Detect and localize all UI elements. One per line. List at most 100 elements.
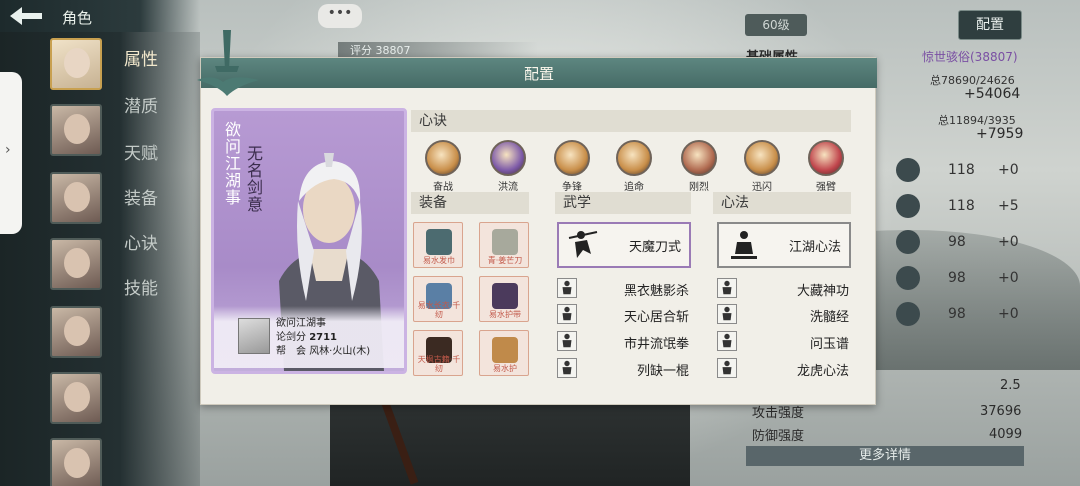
tab-skills[interactable]: 技能: [124, 274, 158, 299]
equipment-name: 易水护带: [489, 310, 521, 319]
skill-orb-icon: [616, 140, 652, 176]
config-modal: 配置 欲问江湖事 无名剑意 欲问江湖事 论剑分 2711 帮 会 风林·火山(木…: [197, 30, 877, 405]
skill-label: 迅闪: [752, 182, 772, 193]
defense-value: 4099: [989, 427, 1023, 442]
drawer-toggle[interactable]: ›: [0, 72, 22, 234]
skill-label: 刚烈: [689, 182, 709, 193]
equipment-item-icon: [492, 229, 518, 255]
stat-icon: [896, 230, 920, 254]
character-subtitle-vertical: 无名剑意: [244, 145, 263, 213]
equipment-slot[interactable]: 天枫古籍·千纫: [413, 330, 463, 376]
heart-main-skill[interactable]: 江湖心法: [717, 222, 851, 268]
martial-figure-icon: [557, 304, 577, 324]
tab-attributes[interactable]: 属性: [124, 45, 158, 70]
tab-equipment[interactable]: 装备: [124, 184, 158, 209]
config-button[interactable]: 配置: [958, 10, 1022, 40]
character-avatar[interactable]: [50, 238, 102, 290]
page-title: 角色: [62, 9, 93, 27]
equipment-name: 易水长衣·千纫: [417, 301, 461, 319]
skill-orb-icon: [681, 140, 717, 176]
stat-bonus: +0: [998, 162, 1019, 178]
heart-sub-skill[interactable]: 龙虎心法: [717, 358, 849, 379]
character-avatar[interactable]: [50, 306, 102, 358]
equipment-slot[interactable]: 易水护: [479, 330, 529, 376]
rate-value: 2.5: [1000, 378, 1021, 393]
guild-label: 帮 会: [276, 346, 306, 357]
martial-main-skill[interactable]: 天魔刀式: [557, 222, 691, 268]
modal-title: 配置: [523, 65, 554, 83]
character-avatar[interactable]: [50, 438, 102, 486]
xinjue-skill[interactable]: 追命: [614, 140, 654, 193]
more-details-button[interactable]: 更多详情: [746, 446, 1024, 466]
equipment-slot[interactable]: 易水长衣·千纫: [413, 276, 463, 322]
character-avatar[interactable]: [50, 38, 102, 90]
xinjue-skill[interactable]: 强臂: [806, 140, 846, 193]
equipment-slot[interactable]: 易水发巾: [413, 222, 463, 268]
character-info: 欲问江湖事 论剑分 2711 帮 会 风林·火山(木): [214, 306, 404, 368]
equipment-name: 易水护: [493, 364, 517, 373]
tab-xinjue[interactable]: 心诀: [124, 229, 158, 254]
martial-main-name: 天魔刀式: [628, 240, 681, 255]
attack-value: 37696: [980, 404, 1022, 419]
sword-ornament-icon: [197, 30, 259, 96]
stat-bonus: +0: [998, 270, 1019, 286]
equipment-slot[interactable]: 青·姜芒刀: [479, 222, 529, 268]
xinjue-skill[interactable]: 争锋: [552, 140, 592, 193]
chevron-right-icon: ›: [5, 142, 11, 158]
level-badge: 60级: [745, 14, 807, 36]
top-bar: 角色: [0, 0, 200, 32]
stat-value: 98: [948, 234, 966, 250]
stat-bonus: +0: [998, 234, 1019, 250]
arrow-left-icon: [10, 7, 42, 25]
character-name: 欲问江湖事: [276, 318, 326, 329]
tab-talent[interactable]: 天赋: [124, 139, 158, 164]
xinjue-skill[interactable]: 奋战: [423, 140, 463, 193]
guild-value: 风林·火山(木): [309, 346, 371, 357]
character-avatar[interactable]: [50, 104, 102, 156]
chat-button[interactable]: •••: [318, 4, 362, 28]
martial-sub-skill[interactable]: 黑衣魅影杀: [557, 278, 689, 299]
stat-icon: [896, 266, 920, 290]
heart-sub-name: 大藏神功: [796, 284, 849, 299]
equipment-header: 装备: [411, 192, 529, 214]
heart-sub-skill[interactable]: 问玉谱: [717, 331, 849, 352]
mini-avatar: [238, 318, 270, 354]
martial-sub-skill[interactable]: 天心居合斩: [557, 304, 689, 325]
character-avatar[interactable]: [50, 172, 102, 224]
heart-figure-icon: [717, 331, 737, 351]
skill-orb-icon: [554, 140, 590, 176]
title-name: 惊世骇俗(38807): [922, 50, 1018, 64]
guild-row: 帮 会 风林·火山(木): [276, 342, 370, 357]
equipment-name: 青·姜芒刀: [487, 256, 523, 265]
score-row: 论剑分 2711: [276, 328, 337, 343]
character-avatar[interactable]: [50, 372, 102, 424]
equipment-name: 天枫古籍·千纫: [417, 355, 461, 373]
stat-value: 118: [948, 162, 975, 178]
stat-value: 118: [948, 198, 975, 214]
equipment-item-icon: [492, 337, 518, 363]
heart-sub-skill[interactable]: 大藏神功: [717, 278, 849, 299]
stat-icon: [896, 158, 920, 182]
tab-potential[interactable]: 潜质: [124, 92, 158, 117]
xinjue-skill[interactable]: 刚烈: [679, 140, 719, 193]
equipment-item-icon: [426, 229, 452, 255]
heart-figure-icon: [717, 304, 737, 324]
stat-value: 98: [948, 306, 966, 322]
modal-header: 配置: [201, 58, 877, 88]
stat-row: 118 +0: [876, 158, 1036, 184]
heart-sub-name: 问玉谱: [809, 337, 849, 352]
defense-label: 防御强度: [752, 429, 805, 444]
stat-row: 98 +0: [876, 266, 1036, 292]
swordsman-icon: [568, 231, 598, 258]
stat-value: 98: [948, 270, 966, 286]
martial-sub-skill[interactable]: 市井流氓拳: [557, 331, 689, 352]
martial-sub-skill[interactable]: 列缺一棍: [557, 358, 689, 379]
xinjue-skill[interactable]: 洪流: [488, 140, 528, 193]
skill-label: 争锋: [562, 182, 582, 193]
equipment-slot[interactable]: 易水护带: [479, 276, 529, 322]
stat-row: 98 +0: [876, 230, 1036, 256]
xinjue-skill[interactable]: 迅闪: [742, 140, 782, 193]
back-button[interactable]: [6, 4, 48, 28]
heart-sub-skill[interactable]: 洗髓经: [717, 304, 849, 325]
martial-sub-name: 天心居合斩: [623, 310, 689, 325]
